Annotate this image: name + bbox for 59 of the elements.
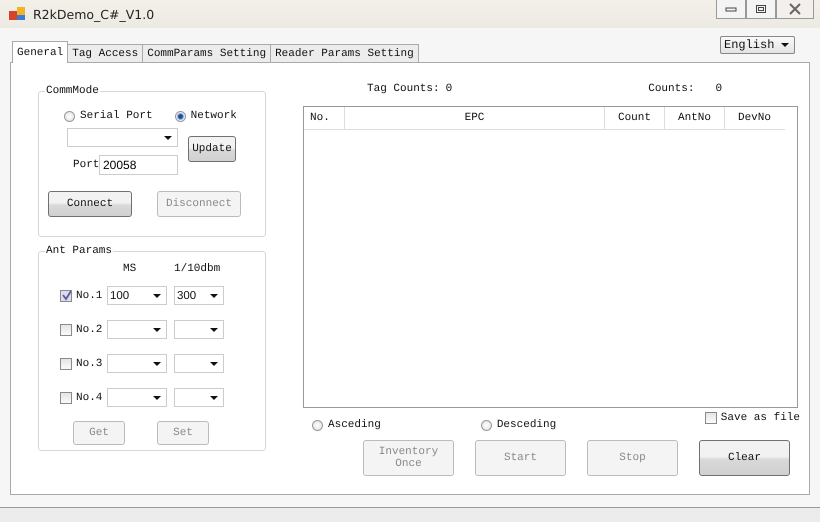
dwell-dropdown[interactable]: 100 <box>107 286 167 305</box>
caret-icon <box>153 396 161 400</box>
action-button[interactable]: Clear <box>699 440 790 476</box>
window-title: R2kDemo_C#_V1.0 <box>33 6 154 22</box>
sort-option[interactable]: Asceding <box>312 419 381 431</box>
antenna-checkbox[interactable]: No.2 <box>60 324 107 336</box>
caret-icon <box>153 328 161 332</box>
counts-label: Counts: <box>648 83 694 97</box>
close-icon <box>788 3 802 15</box>
caret-icon <box>781 43 789 47</box>
dwell-dropdown[interactable] <box>107 354 167 373</box>
tab[interactable]: General <box>12 41 68 63</box>
antenna-checkbox[interactable]: No.3 <box>60 358 107 370</box>
caret-icon <box>164 136 172 140</box>
caret-icon <box>210 328 218 332</box>
close-button[interactable] <box>776 0 814 19</box>
dwell-dropdown[interactable] <box>107 320 167 339</box>
minimize-button[interactable] <box>716 0 746 19</box>
tab[interactable]: Tag Access <box>67 44 144 62</box>
tab[interactable]: Reader Params Setting <box>270 44 419 62</box>
caret-icon <box>210 294 218 298</box>
column-header[interactable]: AntNo <box>664 107 724 129</box>
maximize-button[interactable] <box>746 0 776 19</box>
app-icon <box>9 7 25 21</box>
maximize-icon <box>755 4 767 14</box>
power-dropdown[interactable] <box>174 388 224 407</box>
tag-counts-value: 0 <box>446 83 452 97</box>
antenna-checkbox[interactable]: No.4 <box>60 392 107 404</box>
power-dropdown[interactable] <box>174 320 224 339</box>
power-dropdown[interactable] <box>174 354 224 373</box>
column-header[interactable]: No. <box>304 107 344 129</box>
antenna-checkbox[interactable]: No.1 <box>60 290 107 302</box>
connection-button[interactable]: Connect <box>48 191 132 217</box>
save-as-file-checkbox[interactable]: Save as file <box>704 412 800 424</box>
port-label: Port <box>73 159 99 171</box>
group-title: CommMode <box>45 85 100 97</box>
caret-icon <box>210 362 218 366</box>
counts-value: 0 <box>715 83 722 97</box>
column-header: MS <box>123 263 138 275</box>
column-header[interactable]: Count <box>604 107 664 129</box>
sort-option[interactable]: Desceding <box>480 419 556 431</box>
update-button[interactable]: Update <box>188 136 236 162</box>
column-header: 1/10dbm <box>174 263 220 275</box>
column-header[interactable]: EPC <box>344 107 604 129</box>
minimize-icon <box>725 5 737 13</box>
language-dropdown[interactable]: English <box>720 36 795 54</box>
power-dropdown[interactable]: 300 <box>174 286 224 305</box>
port-dropdown[interactable] <box>67 128 178 147</box>
dwell-dropdown[interactable] <box>107 388 167 407</box>
column-header[interactable]: DevNo <box>724 107 784 129</box>
tab[interactable]: CommParams Setting <box>142 44 272 62</box>
caret-icon <box>210 396 218 400</box>
group-title: Ant Params <box>45 245 114 257</box>
tag-counts-label: Tag Counts: <box>367 83 440 97</box>
caret-icon <box>153 294 161 298</box>
caret-icon <box>153 362 161 366</box>
port-field[interactable]: 20058 <box>99 155 178 175</box>
radio-option[interactable]: Network <box>174 110 237 122</box>
radio-option[interactable]: Serial Port <box>64 110 153 122</box>
